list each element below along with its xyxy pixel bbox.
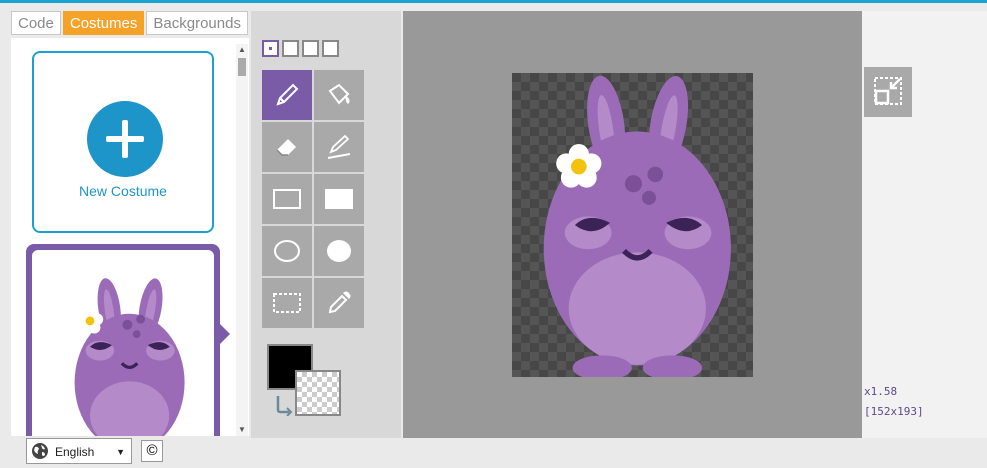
tool-ellipse-filled[interactable] [314,226,364,276]
tool-eyedropper[interactable] [314,278,364,328]
costume-list-scrollbar[interactable]: ▲ ▼ [236,44,248,436]
tool-grid [262,70,364,328]
chevron-down-icon: ▼ [116,447,125,457]
rectangle-filled-icon [325,189,353,209]
costume-thumbnail [32,250,214,436]
costume-item-selected[interactable] [26,244,220,436]
purple-bunny-costume-icon [74,278,185,436]
language-select[interactable]: English ▼ [26,438,132,464]
zoom-level: x1.58 [864,385,898,398]
tool-select[interactable] [262,278,312,328]
language-label: English [55,445,95,459]
tab-code[interactable]: Code [11,11,61,35]
line-pencil-icon [327,134,351,159]
eyedropper-icon [328,291,351,314]
rectangle-outline-icon [273,189,301,209]
new-costume-button[interactable]: New Costume [32,51,214,233]
tool-eraser[interactable] [262,122,312,172]
brush-size-medium[interactable] [302,40,319,57]
brush-size-selector [262,40,339,57]
scroll-up-icon[interactable]: ▲ [236,44,248,56]
eraser-icon [276,139,296,156]
brush-size-smallest[interactable] [262,40,279,57]
canvas-info-panel: x1.58 [152x193] [862,11,987,438]
paint-canvas-area[interactable] [403,11,862,438]
pencil-icon [276,83,299,106]
shrink-to-fit-icon [874,77,902,105]
editor-tabs: Code Costumes Backgrounds [11,11,248,35]
tab-costumes[interactable]: Costumes [62,11,145,35]
tool-pencil[interactable] [262,70,312,120]
tool-rectangle-filled[interactable] [314,174,364,224]
tool-paint-bucket[interactable] [314,70,364,120]
top-accent-line [0,0,987,3]
globe-icon [32,443,48,459]
color-picker-area [267,344,347,424]
new-costume-label: New Costume [79,183,167,199]
scroll-down-icon[interactable]: ▼ [236,424,248,436]
plus-icon [87,101,163,177]
ellipse-outline-icon [274,240,300,262]
dashed-select-icon [273,293,301,313]
fit-canvas-button[interactable] [864,67,912,117]
paint-bucket-icon [328,83,350,105]
canvas-size: [152x193] [864,405,924,418]
swap-colors-icon[interactable] [273,394,293,416]
purple-bunny-sprite-icon [543,75,731,377]
copyright-button[interactable]: © [141,440,163,462]
brush-size-large[interactable] [322,40,339,57]
sprite-canvas[interactable] [512,73,753,377]
costume-list-panel: New Costume [11,38,249,436]
tool-rectangle-outline[interactable] [262,174,312,224]
paint-tools-panel [251,11,401,438]
tool-ellipse-outline[interactable] [262,226,312,276]
tab-backgrounds[interactable]: Backgrounds [146,11,248,35]
selected-indicator-arrow [219,323,230,345]
background-color-swatch[interactable] [295,370,341,416]
scroll-thumb[interactable] [238,58,246,76]
brush-size-small[interactable] [282,40,299,57]
tool-line[interactable] [314,122,364,172]
ellipse-filled-icon [327,240,351,262]
